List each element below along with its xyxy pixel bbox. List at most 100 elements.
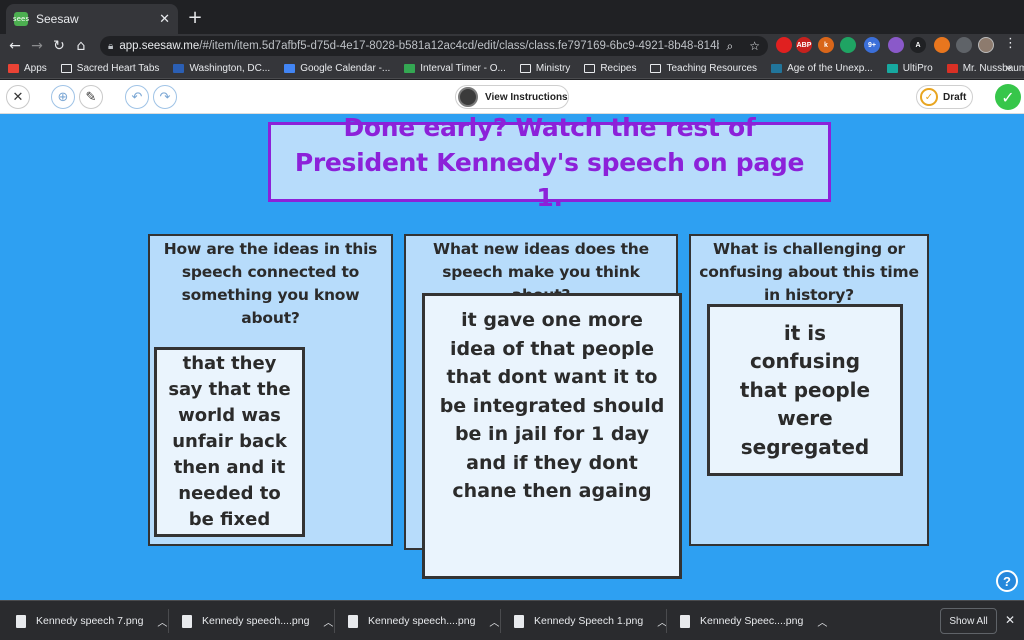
draft-label: Draft <box>943 91 967 103</box>
browser-tab-strip: sees Seesaw ✕ + <box>0 0 1024 34</box>
download-item[interactable]: Kennedy speech....png ︿ <box>348 609 499 633</box>
view-instructions-button[interactable]: View Instructions <box>455 85 569 109</box>
lock-icon: 🔒︎ <box>108 40 114 52</box>
redo-icon[interactable]: ↷ <box>153 85 177 109</box>
answer-box-3[interactable]: it is confusing that people were segrega… <box>707 304 903 476</box>
close-x-icon[interactable]: ✕ <box>6 85 30 109</box>
bookmark-item[interactable]: Recipes <box>584 63 636 74</box>
bookmark-item[interactable]: Mr. Nussbaum Ma... <box>946 63 1024 74</box>
bookmark-item[interactable]: Interval Timer - O... <box>404 63 506 74</box>
file-icon <box>514 614 524 628</box>
tab-close-icon[interactable]: ✕ <box>159 12 170 27</box>
bookmark-star-icon[interactable]: ☆ <box>749 39 760 53</box>
close-shelf-icon[interactable]: ✕ <box>1005 613 1015 627</box>
url-text: app.seesaw.me/#/item/item.5d7afbf5-d75d-… <box>119 40 718 52</box>
apps-grid-icon <box>8 63 19 73</box>
teacher-avatar <box>458 87 478 107</box>
back-arrow-icon[interactable]: ← <box>4 38 26 54</box>
k-extension-icon[interactable]: k <box>818 37 834 53</box>
forward-arrow-icon[interactable]: → <box>26 38 48 54</box>
download-filename: Kennedy speech 7.png <box>36 615 144 627</box>
bookmark-label: Sacred Heart Tabs <box>76 62 160 74</box>
bookmark-label: Washington, DC... <box>189 62 271 74</box>
question-prompt-1: How are the ideas in this speech connect… <box>163 240 378 327</box>
downloads-shelf: Show All ✕ Kennedy speech 7.png ︿ Kennedy … <box>0 600 1024 640</box>
download-options-caret-icon[interactable]: ︿ <box>323 614 333 629</box>
download-separator <box>334 609 335 633</box>
bookmark-item[interactable]: Ministry <box>519 62 571 74</box>
bookmark-label: Apps <box>24 62 47 74</box>
bookmark-item[interactable]: Washington, DC... <box>173 63 270 74</box>
pencil-icon[interactable]: ✎ <box>79 85 103 109</box>
chrome-menu-icon[interactable]: ⋮ <box>1004 36 1017 51</box>
download-separator <box>500 609 501 633</box>
bookmark-item[interactable]: Age of the Unexp... <box>771 63 873 74</box>
puzzle-extension-icon[interactable] <box>956 37 972 53</box>
bookmark-label: Ministry <box>535 62 571 74</box>
red-extension-icon[interactable] <box>776 37 792 53</box>
bookmarks-overflow-icon[interactable]: » <box>1005 61 1012 74</box>
abp-extension-icon[interactable]: ABP <box>796 37 812 53</box>
bookmark-item[interactable]: Teaching Resources <box>650 63 757 74</box>
question-prompt-3: What is challenging or confusing about t… <box>699 240 919 304</box>
download-options-caret-icon[interactable]: ︿ <box>817 614 827 629</box>
zoom-in-icon[interactable]: ⊕ <box>51 85 75 109</box>
feather-extension-icon[interactable] <box>888 37 904 53</box>
folder-icon <box>584 63 596 73</box>
tab-title: Seesaw <box>36 12 79 26</box>
download-filename: Kennedy speech....png <box>368 615 476 627</box>
download-options-caret-icon[interactable]: ︿ <box>489 614 499 629</box>
folder-icon <box>650 63 662 73</box>
zoom-magnifier-icon[interactable]: ⌕ <box>727 39 734 54</box>
download-item[interactable]: Kennedy speech 7.png ︿ <box>16 609 167 633</box>
url-domain: app.seesaw.me <box>119 40 200 52</box>
browser-toolbar: ← → ↻ ⌂ 🔒︎ app.seesaw.me/#/item/item.5d7… <box>0 34 1024 58</box>
download-filename: Kennedy speech....png <box>202 615 310 627</box>
file-icon <box>16 614 26 628</box>
bookmark-item[interactable]: UltiPro <box>886 62 933 74</box>
seesaw-toolbar: ✕ ⊕ ✎ ↶ ↷ View Instructions ✓ Draft ✓ <box>0 80 1024 114</box>
site-favicon-icon <box>946 63 958 73</box>
bookmark-item[interactable]: Sacred Heart Tabs <box>60 62 160 74</box>
answer-box-2[interactable]: it gave one more idea of that people tha… <box>422 293 682 579</box>
help-question-icon[interactable]: ? <box>996 570 1018 592</box>
new-tab-plus-icon[interactable]: + <box>184 7 206 29</box>
url-path: /#/item/item.5d7afbf5-d75d-4e17-8028-b58… <box>199 40 719 52</box>
bookmark-label: Google Calendar -... <box>300 62 391 74</box>
download-item[interactable]: Kennedy Speec....png ︿ <box>680 609 827 633</box>
seesaw-favicon-icon: sees <box>13 12 29 26</box>
bookmark-label: UltiPro <box>902 62 933 74</box>
home-icon[interactable]: ⌂ <box>70 38 92 54</box>
orange-extension-icon[interactable] <box>934 37 950 53</box>
bookmark-label: Teaching Resources <box>666 62 758 74</box>
bookmark-label: Age of the Unexp... <box>787 62 873 74</box>
draft-button[interactable]: ✓ Draft <box>916 85 973 109</box>
site-favicon-icon <box>173 63 185 73</box>
bookmark-item[interactable]: Apps <box>8 63 47 74</box>
answer-text-3: it is confusing that people were segrega… <box>739 320 871 459</box>
download-separator <box>666 609 667 633</box>
bookmark-label: Interval Timer - O... <box>420 62 506 74</box>
banner-text: Done early? Watch the rest of President … <box>294 114 805 212</box>
submit-check-icon[interactable]: ✓ <box>995 84 1021 110</box>
undo-icon[interactable]: ↶ <box>125 85 149 109</box>
gear-badge-extension-icon[interactable]: 9+ <box>864 37 880 53</box>
bookmark-label: Recipes <box>600 62 637 74</box>
bookmark-item[interactable]: Google Calendar -... <box>284 63 390 74</box>
download-item[interactable]: Kennedy Speech 1.png ︿ <box>514 609 667 633</box>
bookmarks-bar: Apps Sacred Heart Tabs Washington, DC... Go… <box>0 58 1024 79</box>
browser-tab-seesaw[interactable]: sees Seesaw ✕ <box>6 4 178 34</box>
folder-icon <box>60 63 72 73</box>
address-bar[interactable]: 🔒︎ app.seesaw.me/#/item/item.5d7afbf5-d7… <box>100 36 768 56</box>
answer-text-2: it gave one more idea of that people tha… <box>439 309 665 502</box>
activity-canvas[interactable]: Done early? Watch the rest of President … <box>0 114 1024 600</box>
show-all-button[interactable]: Show All <box>940 608 997 634</box>
profile-avatar[interactable] <box>978 37 994 53</box>
download-item[interactable]: Kennedy speech....png ︿ <box>182 609 333 633</box>
download-options-caret-icon[interactable]: ︿ <box>157 614 167 629</box>
green-chat-extension-icon[interactable] <box>840 37 856 53</box>
file-icon <box>680 614 690 628</box>
reload-icon[interactable]: ↻ <box>48 38 70 54</box>
a-extension-icon[interactable]: A <box>910 37 926 53</box>
answer-box-1[interactable]: that they say that the world was unfair … <box>154 347 305 537</box>
